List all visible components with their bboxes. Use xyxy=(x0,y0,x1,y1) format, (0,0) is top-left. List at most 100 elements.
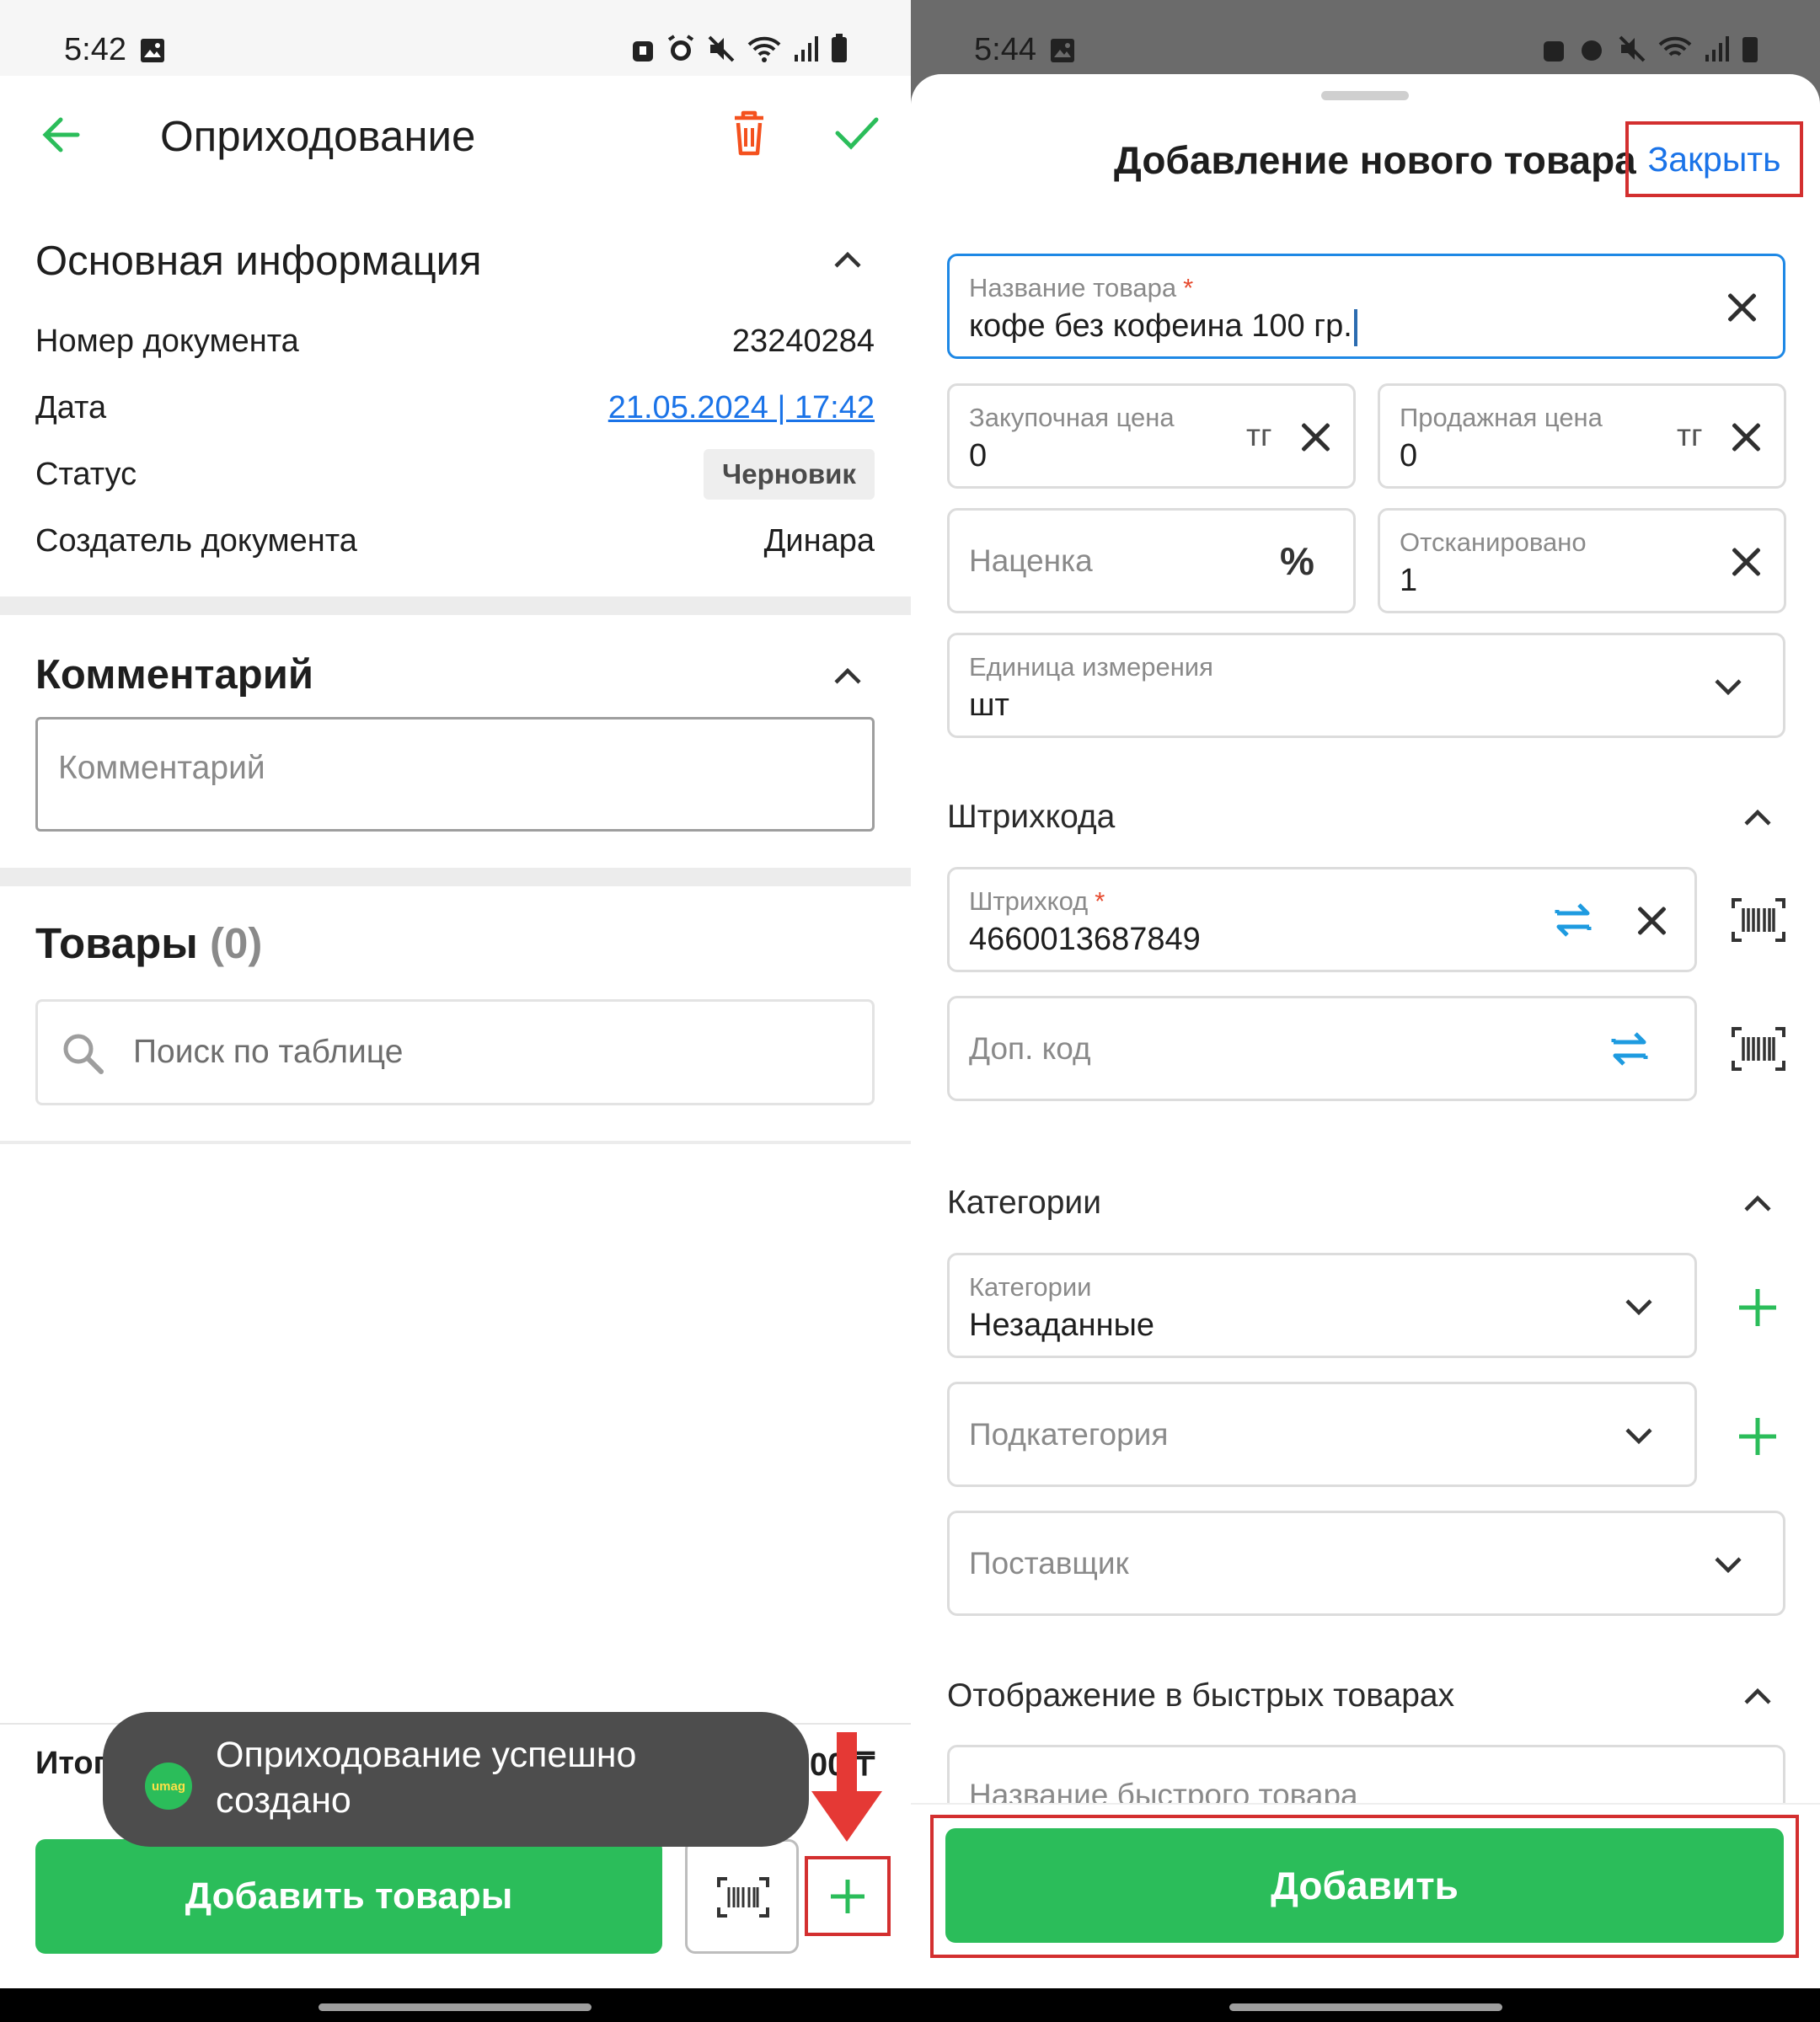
scanned-input[interactable]: Отсканировано 1 xyxy=(1378,508,1786,613)
comment-placeholder: Комментарий xyxy=(58,750,265,786)
sale-price-label: Продажная цена xyxy=(1400,403,1603,432)
barcode-scan-icon[interactable] xyxy=(1732,898,1785,942)
status-badge: Черновик xyxy=(704,449,875,500)
date-link[interactable]: 21.05.2024 | 17:42 xyxy=(608,390,875,426)
purchase-price-input[interactable]: Закупочная цена 0 тг xyxy=(947,383,1356,489)
plus-icon xyxy=(831,1880,864,1913)
creator-value: Динара xyxy=(763,523,875,559)
search-icon xyxy=(63,1034,104,1074)
status-bar: 5:42 xyxy=(0,0,911,76)
barcode-label: Штрихкод * xyxy=(969,886,1105,916)
nav-bar xyxy=(0,1988,911,2022)
lock-icon xyxy=(633,41,653,62)
collapse-chevron-icon[interactable] xyxy=(1742,805,1773,829)
barcode-scan-icon[interactable] xyxy=(1732,1027,1785,1071)
barcodes-section-title: Штрихкода xyxy=(947,799,1116,835)
section-divider xyxy=(0,868,911,886)
unit-value: шт xyxy=(969,687,1009,723)
search-input[interactable]: Поиск по таблице xyxy=(35,999,875,1105)
mute-icon xyxy=(1619,35,1646,62)
alarm-icon xyxy=(1582,40,1602,61)
add-category-icon[interactable] xyxy=(1737,1286,1779,1329)
creator-label: Создатель документа xyxy=(35,523,357,559)
clear-icon[interactable] xyxy=(1633,902,1670,939)
status-icons xyxy=(1542,34,1759,64)
bottom-sheet: Добавление нового товара Закрыть Названи… xyxy=(911,74,1820,1988)
goods-title: Товары (0) xyxy=(35,919,263,967)
status-time: 5:42 xyxy=(64,32,126,67)
generate-barcode-icon[interactable] xyxy=(1552,896,1594,944)
subcategory-placeholder: Подкатегория xyxy=(969,1416,1169,1452)
barcode-scan-icon xyxy=(717,1877,769,1918)
clear-icon[interactable] xyxy=(1727,543,1764,580)
purchase-price-label: Закупочная цена xyxy=(969,403,1175,432)
clear-icon[interactable] xyxy=(1727,419,1764,456)
toast: umag Оприходование успешно создано xyxy=(103,1712,809,1847)
chevron-down-icon xyxy=(1625,1428,1652,1445)
unit-select[interactable]: Единица измерения шт xyxy=(947,633,1785,738)
status-label: Статус xyxy=(35,457,137,492)
supplier-select[interactable]: Поставщик xyxy=(947,1511,1785,1616)
product-name-value: кофе без кофеина 100 гр. xyxy=(969,308,1357,346)
signal-icon xyxy=(1705,36,1729,62)
sheet-title: Добавление нового товара xyxy=(1114,138,1636,182)
mute-icon xyxy=(708,35,735,62)
generate-barcode-icon[interactable] xyxy=(1609,1025,1651,1073)
sale-price-value: 0 xyxy=(1400,438,1418,473)
quick-goods-section-title: Отображение в быстрых товарах xyxy=(947,1677,1455,1714)
trash-icon[interactable] xyxy=(731,110,767,157)
sale-price-input[interactable]: Продажная цена 0 тг xyxy=(1378,383,1786,489)
add-button[interactable]: Добавить xyxy=(945,1828,1784,1943)
add-subcategory-icon[interactable] xyxy=(1737,1415,1779,1458)
category-select[interactable]: Категории Незаданные xyxy=(947,1253,1697,1358)
extra-code-input[interactable]: Доп. код xyxy=(947,996,1697,1101)
add-goods-button[interactable]: Добавить товары xyxy=(35,1839,662,1954)
check-icon[interactable] xyxy=(834,115,880,152)
collapse-chevron-icon[interactable] xyxy=(832,248,863,271)
toast-message: Оприходование успешно создано xyxy=(216,1735,637,1821)
categories-section-title: Категории xyxy=(947,1185,1101,1221)
subcategory-select[interactable]: Подкатегория xyxy=(947,1382,1697,1487)
gallery-icon xyxy=(141,39,164,62)
right-screen: 5:44 Добавление нового товара Закрыть На… xyxy=(911,0,1820,2022)
status-time: 5:44 xyxy=(974,32,1036,67)
section-divider xyxy=(0,596,911,615)
signal-icon xyxy=(795,36,818,62)
list-divider xyxy=(0,1141,911,1144)
supplier-placeholder: Поставщик xyxy=(969,1545,1129,1581)
clear-icon[interactable] xyxy=(1723,289,1760,326)
wifi-icon xyxy=(1658,36,1692,56)
chevron-down-icon xyxy=(1715,679,1742,696)
product-name-label: Название товара * xyxy=(969,273,1194,302)
clear-icon[interactable] xyxy=(1297,419,1334,456)
drag-handle[interactable] xyxy=(1321,91,1409,100)
barcode-input[interactable]: Штрихкод * 4660013687849 xyxy=(947,867,1697,972)
scan-barcode-button[interactable] xyxy=(685,1839,799,1954)
collapse-chevron-icon[interactable] xyxy=(1742,1191,1773,1215)
currency-unit: тг xyxy=(1246,418,1272,452)
markup-placeholder: Наценка xyxy=(969,543,1093,578)
home-indicator[interactable] xyxy=(318,2003,592,2011)
back-arrow-icon[interactable] xyxy=(40,113,84,157)
lock-icon xyxy=(1544,41,1564,62)
comment-input[interactable]: Комментарий xyxy=(35,717,875,832)
battery-icon xyxy=(1742,37,1758,62)
collapse-chevron-icon[interactable] xyxy=(1742,1684,1773,1708)
goods-count: (0) xyxy=(210,919,263,967)
left-screen: 5:42 Оприходование Основная информация Н… xyxy=(0,0,911,2022)
main-info-title: Основная информация xyxy=(35,238,482,284)
add-item-button[interactable] xyxy=(805,1856,891,1936)
extra-code-placeholder: Доп. код xyxy=(969,1030,1091,1066)
search-placeholder: Поиск по таблице xyxy=(133,1034,404,1070)
home-indicator[interactable] xyxy=(1229,2003,1502,2011)
gallery-icon xyxy=(1051,39,1074,62)
product-name-input[interactable]: Название товара * кофе без кофеина 100 гр… xyxy=(947,254,1785,359)
close-button[interactable]: Закрыть xyxy=(1625,121,1803,197)
collapse-chevron-icon[interactable] xyxy=(832,664,863,687)
scanned-label: Отсканировано xyxy=(1400,527,1587,557)
chevron-down-icon xyxy=(1625,1299,1652,1316)
sheet-footer: Добавить xyxy=(911,1803,1820,1988)
markup-input[interactable]: Наценка % xyxy=(947,508,1356,613)
alarm-icon xyxy=(667,35,694,61)
battery-icon xyxy=(832,34,847,62)
